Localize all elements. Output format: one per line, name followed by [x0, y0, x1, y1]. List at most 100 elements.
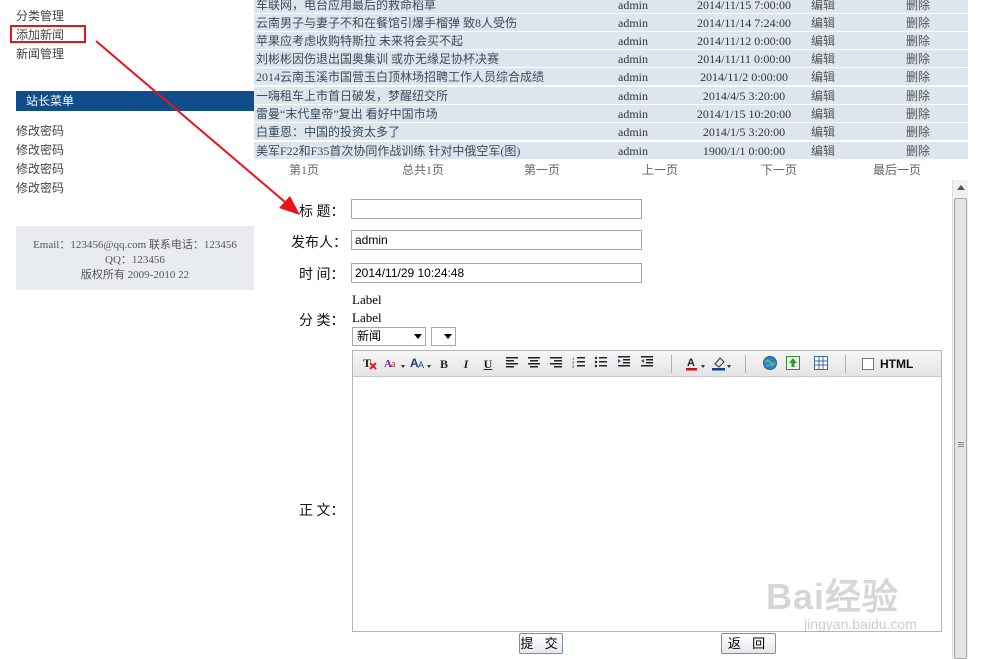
chevron-down-icon — [444, 334, 452, 339]
bold-icon[interactable]: B — [435, 355, 453, 373]
news-title-link[interactable]: 云南男子与妻子不和在餐馆引爆手榴弹 致8人受伤 — [256, 14, 517, 32]
scrollbar-grip-icon — [958, 442, 964, 447]
table-row: 白重恩：中国的投资太多了 admin 2014/1/5 3:20:00 编辑 删… — [254, 123, 968, 141]
underline-icon[interactable]: U — [479, 355, 497, 373]
news-date: 2014/11/11 0:00:00 — [697, 52, 791, 66]
toolbar-separator — [845, 355, 846, 373]
news-date: 2014/4/5 3:20:00 — [702, 89, 786, 103]
table-row: 一嗨租车上市首日破发，梦醒纽交所 admin 2014/4/5 3:20:00 … — [254, 87, 968, 105]
italic-icon[interactable]: I — [457, 355, 475, 373]
time-input[interactable]: 2014/11/29 10:24:48 — [351, 263, 642, 283]
insert-table-icon[interactable] — [812, 355, 830, 373]
indent-icon[interactable] — [615, 355, 633, 373]
site-footer: Email：123456@qq.com 联系电话：123456 QQ：12345… — [16, 226, 254, 290]
font-color-icon[interactable]: A — [686, 355, 708, 373]
align-right-icon[interactable] — [547, 355, 565, 373]
news-title-link[interactable]: 一嗨租车上市首日破发，梦醒纽交所 — [256, 87, 448, 105]
pager-last-link[interactable]: 最后一页 — [873, 162, 921, 178]
sidebar-item-change-password[interactable]: 修改密码 — [16, 181, 64, 195]
delete-link[interactable]: 删除 — [906, 87, 930, 105]
news-author: admin — [618, 52, 648, 66]
delete-link[interactable]: 删除 — [906, 50, 930, 68]
category-select[interactable]: 新闻 — [352, 327, 426, 346]
rich-text-editor: T Aa AA B I U 123 A HTML — [352, 350, 942, 632]
news-author: admin — [618, 34, 648, 48]
align-center-icon[interactable] — [525, 355, 543, 373]
sidebar-item-news-manage[interactable]: 新闻管理 — [16, 47, 64, 61]
edit-link[interactable]: 编辑 — [811, 142, 835, 160]
news-title-link[interactable]: 车联网，电台应用最后的救命稻草 — [256, 0, 436, 14]
align-left-icon[interactable] — [503, 355, 521, 373]
outdent-icon[interactable] — [638, 355, 656, 373]
content-field-label: 正 文： — [299, 504, 345, 519]
delete-link[interactable]: 删除 — [906, 105, 930, 123]
html-mode-label: HTML — [880, 357, 914, 371]
footer-copyright: 版权所有 2009-2010 22 — [80, 269, 190, 281]
chevron-down-icon — [414, 334, 422, 339]
table-row: 刘彬彬因伤退出国奥集训 或亦无缘足协杯决赛 admin 2014/11/11 0… — [254, 50, 968, 68]
svg-text:A: A — [687, 357, 695, 369]
hyperlink-icon[interactable] — [761, 355, 779, 373]
submit-button[interactable]: 提 交 — [519, 633, 563, 654]
delete-link[interactable]: 删除 — [906, 68, 930, 86]
toolbar-separator — [671, 355, 672, 373]
edit-link[interactable]: 编辑 — [811, 123, 835, 141]
pager-current-page: 第1页 — [289, 163, 320, 177]
insert-image-icon[interactable] — [784, 355, 802, 373]
pagination: 第1页 总共1页 第一页 上一页 下一页 最后一页 — [254, 162, 968, 178]
svg-text:3: 3 — [572, 364, 575, 369]
title-input[interactable] — [351, 199, 642, 219]
table-row: 雷曼“末代皇帝”复出 看好中国市场 admin 2014/1/15 10:20:… — [254, 105, 968, 123]
scroll-up-arrow-icon[interactable] — [957, 185, 965, 190]
scrollbar-thumb[interactable] — [954, 198, 967, 659]
news-author: admin — [618, 144, 648, 158]
news-author: admin — [618, 0, 648, 12]
delete-link[interactable]: 删除 — [906, 32, 930, 50]
edit-link[interactable]: 编辑 — [811, 87, 835, 105]
edit-link[interactable]: 编辑 — [811, 0, 835, 14]
ordered-list-icon[interactable]: 123 — [570, 355, 588, 373]
font-family-icon[interactable]: Aa — [384, 355, 406, 373]
edit-link[interactable]: 编辑 — [811, 14, 835, 32]
news-title-link[interactable]: 刘彬彬因伤退出国奥集训 或亦无缘足协杯决赛 — [256, 50, 499, 68]
news-date: 2014/11/12 0:00:00 — [697, 34, 791, 48]
sidebar-item-change-password[interactable]: 修改密码 — [16, 162, 64, 176]
font-size-icon[interactable]: AA — [410, 355, 432, 373]
news-title-link[interactable]: 苹果应考虑收购特斯拉 未来将会买不起 — [256, 32, 463, 50]
pager-first-link[interactable]: 第一页 — [524, 162, 560, 178]
sidebar-item-category-manage[interactable]: 分类管理 — [16, 9, 64, 23]
pager-next-link[interactable]: 下一页 — [761, 162, 797, 178]
footer-contact: Email：123456@qq.com 联系电话：123456 — [33, 239, 237, 251]
news-title-link[interactable]: 白重恩：中国的投资太多了 — [256, 123, 400, 141]
edit-link[interactable]: 编辑 — [811, 105, 835, 123]
html-mode-checkbox[interactable] — [862, 358, 874, 370]
category-field-label: 分 类： — [299, 314, 345, 329]
edit-link[interactable]: 编辑 — [811, 68, 835, 86]
delete-link[interactable]: 删除 — [906, 142, 930, 160]
edit-link[interactable]: 编辑 — [811, 32, 835, 50]
sidebar-item-change-password[interactable]: 修改密码 — [16, 143, 64, 157]
news-date: 1900/1/1 0:00:00 — [702, 144, 786, 158]
delete-link[interactable]: 删除 — [906, 0, 930, 14]
clear-format-icon[interactable]: T — [361, 355, 379, 373]
edit-link[interactable]: 编辑 — [811, 50, 835, 68]
pager-prev-link[interactable]: 上一页 — [642, 162, 678, 178]
sidebar-item-change-password[interactable]: 修改密码 — [16, 124, 64, 138]
news-title-link[interactable]: 2014云南玉溪市国营玉白顶林场招聘工作人员综合成绩 — [256, 68, 544, 86]
news-date: 2014/1/15 10:20:00 — [696, 107, 792, 121]
delete-link[interactable]: 删除 — [906, 14, 930, 32]
admin-menu-header: 站长菜单 — [16, 91, 254, 111]
news-title-link[interactable]: 美军F22和F35首次协同作战训练 针对中俄空军(图) — [256, 142, 520, 160]
editor-content-area[interactable] — [353, 378, 941, 631]
news-author: admin — [618, 89, 648, 103]
unordered-list-icon[interactable] — [592, 355, 610, 373]
news-title-link[interactable]: 雷曼“末代皇帝”复出 看好中国市场 — [256, 105, 438, 123]
subcategory-select[interactable] — [431, 327, 456, 346]
category-static-label: Label — [352, 310, 382, 325]
author-input[interactable]: admin — [351, 230, 642, 250]
table-row: 云南男子与妻子不和在餐馆引爆手榴弹 致8人受伤 admin 2014/11/14… — [254, 14, 968, 32]
highlight-color-icon[interactable] — [712, 355, 734, 373]
vertical-scrollbar[interactable] — [952, 180, 968, 659]
back-button[interactable]: 返 回 — [721, 633, 776, 654]
delete-link[interactable]: 删除 — [906, 123, 930, 141]
